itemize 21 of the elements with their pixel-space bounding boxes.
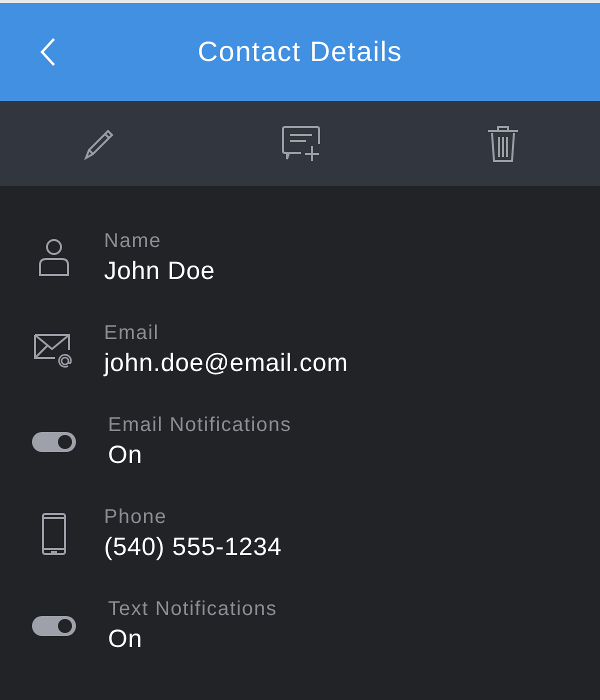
toggle-switch[interactable]	[32, 616, 76, 636]
field-label: Phone	[104, 506, 168, 529]
field-value: On	[108, 441, 144, 470]
back-button[interactable]	[38, 36, 58, 68]
field-value: john.doe@email.com	[104, 349, 348, 378]
field-value: On	[108, 625, 144, 654]
comment-plus-icon	[281, 124, 321, 164]
email-icon	[33, 332, 75, 368]
field-value: John Doe	[104, 257, 216, 286]
screen-title: Contact Details	[198, 36, 402, 68]
person-icon	[37, 238, 71, 278]
add-comment-button[interactable]	[281, 124, 321, 164]
trash-icon	[486, 124, 520, 164]
field-label: Name	[104, 230, 162, 253]
field-label: Text Notifications	[108, 598, 278, 621]
field-value: (540) 555-1234	[104, 533, 282, 562]
delete-button[interactable]	[486, 124, 520, 164]
field-label: Email Notifications	[108, 414, 292, 437]
phone-icon	[41, 512, 67, 556]
toggle-switch[interactable]	[32, 432, 76, 452]
field-label: Email	[104, 322, 160, 345]
